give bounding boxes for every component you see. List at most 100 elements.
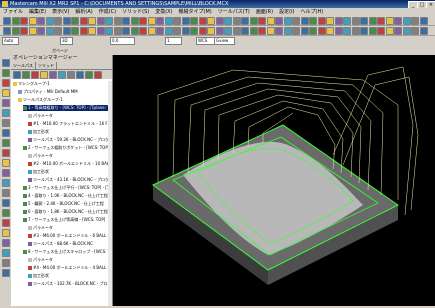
menu-item[interactable]: ツールパス(T) [215,8,253,16]
tree-row[interactable]: パラメータ [28,225,53,231]
toolbar-button[interactable] [275,17,283,25]
toolbar-button[interactable] [79,17,88,25]
toolbar-button[interactable] [85,71,93,79]
tool-strip-button[interactable] [2,179,10,187]
toolbar-button[interactable] [266,17,275,25]
tree-row[interactable]: 2 - サーフェス粗取りポケット - [WCS: TOP] [23,145,108,151]
toolbar-button[interactable] [215,27,224,35]
tool-strip-button[interactable] [2,149,10,157]
tree-row[interactable]: 4 - 面取り - 1.0K - BLOCK.NC - 仕上げ工程 [23,193,108,199]
tree-row[interactable]: ツールパス - 88.6K - BLOCK.NC [28,241,93,247]
toolbar-button[interactable] [283,27,292,35]
tab-solids[interactable]: ソリッド [36,62,57,69]
toolbar-button[interactable] [45,27,54,35]
toolbar-button[interactable] [343,27,351,35]
toolbar-button[interactable] [394,17,402,25]
toolbar-button[interactable] [411,17,419,25]
toolbar-button[interactable] [139,27,147,35]
toolbar-button[interactable] [37,17,45,25]
tool-strip-button[interactable] [2,139,10,147]
toolbar-button[interactable] [411,27,419,35]
tool-strip-button[interactable] [2,79,10,87]
toolbar-button[interactable] [368,27,377,35]
level-field[interactable]: 1 [165,37,182,45]
tree-scrollbar[interactable] [108,81,112,306]
toolbar-button[interactable] [181,17,190,25]
tree-row[interactable]: パラメータ [28,153,53,159]
tool-strip-button[interactable] [2,69,10,77]
toolbar-button[interactable] [156,17,164,25]
toolbar-button[interactable] [45,17,54,25]
tree-row[interactable]: 3 - サーフェス仕上げ平行 - [WCS: TOP] - [Tplane: T… [23,185,108,191]
tree-row[interactable]: 加工形状 [28,169,49,175]
toolbar-button[interactable] [105,27,113,35]
toolbar-button[interactable] [343,17,351,25]
toolbar-button[interactable] [249,17,258,25]
toolbar-button[interactable] [215,17,224,25]
toolbar-button[interactable] [377,27,385,35]
plane-combo[interactable]: 3D [60,37,73,45]
toolbar-button[interactable] [309,17,317,25]
tree-row[interactable]: ツールパスグループ-1 [18,97,63,103]
graphics-viewport[interactable] [113,55,435,306]
z-depth-field[interactable]: 0.0 [110,37,135,45]
toolbar-button[interactable] [58,71,66,79]
toolbar-button[interactable] [96,27,105,35]
toolbar-button[interactable] [164,17,173,25]
toolbar-button[interactable] [147,27,156,35]
toolbar-button[interactable] [300,17,309,25]
menu-item[interactable]: 画面(R) [253,8,276,16]
tool-strip-button[interactable] [2,209,10,217]
toolbar-button[interactable] [334,27,343,35]
toolbar-button[interactable] [190,17,198,25]
toolbar-button[interactable] [326,27,334,35]
toolbar-button[interactable] [232,27,241,35]
toolbar-button[interactable] [368,17,377,25]
tree-row[interactable]: マシングループ-1 [13,81,50,87]
toolbar-button[interactable] [419,17,428,25]
toolbar-button[interactable] [54,27,62,35]
wcs-button[interactable]: WCS [196,37,215,45]
tree-row[interactable]: 7 - サーフェス仕上げ等高線 - [WCS: TOP] [23,217,105,223]
toolbar-button[interactable] [360,27,368,35]
menu-item[interactable]: 解析(A) [72,8,95,16]
toolbar-button[interactable] [94,71,102,79]
toolbar-button[interactable] [28,17,37,25]
toolbar-button[interactable] [173,17,181,25]
toolbar-button[interactable] [402,17,411,25]
menu-item[interactable]: 設定(I) [276,8,297,16]
toolbar-button[interactable] [190,27,198,35]
menu-item[interactable]: 変換(X) [152,8,175,16]
toolbar-button[interactable] [62,27,71,35]
tree-row[interactable]: #2 - M10.00 ボールエンドミル - 10 BALL ENDMILL [28,161,108,167]
tool-strip-button[interactable] [2,89,10,97]
toolbar-button[interactable] [11,17,20,25]
tool-strip-button[interactable] [2,249,10,257]
menu-item[interactable]: 機械タイプ(M) [176,8,215,16]
toolbar-button[interactable] [20,17,28,25]
toolbar-button[interactable] [130,27,139,35]
menu-item[interactable]: 作成(C) [96,8,119,16]
tool-strip-button[interactable] [2,169,10,177]
toolbar-button[interactable] [181,27,190,35]
toolbar-button[interactable] [164,27,173,35]
tree-row[interactable]: 加工形状 [28,129,49,135]
toolbar-button[interactable] [207,17,215,25]
toolbar-button[interactable] [173,27,181,35]
toolbar-button[interactable] [71,17,79,25]
menu-item[interactable]: ファイル [0,8,26,16]
toolbar-button[interactable] [3,27,11,35]
toolbar-button[interactable] [54,17,62,25]
tool-strip-button[interactable] [2,199,10,207]
tool-strip-button[interactable] [2,269,10,277]
toolbar-button[interactable] [317,17,326,25]
tree-row[interactable]: ツールパス - 43.1K - BLOCK.NC - プログラム番号 0 [28,177,108,183]
toolbar-button[interactable] [385,17,394,25]
gview-button[interactable]: Gview [214,37,235,45]
toolbar-button[interactable] [113,17,122,25]
tool-strip-button[interactable] [2,59,10,67]
toolbar-button[interactable] [283,17,292,25]
toolbar-button[interactable] [266,27,275,35]
toolbar-button[interactable] [300,27,309,35]
toolbar-button[interactable] [198,27,207,35]
